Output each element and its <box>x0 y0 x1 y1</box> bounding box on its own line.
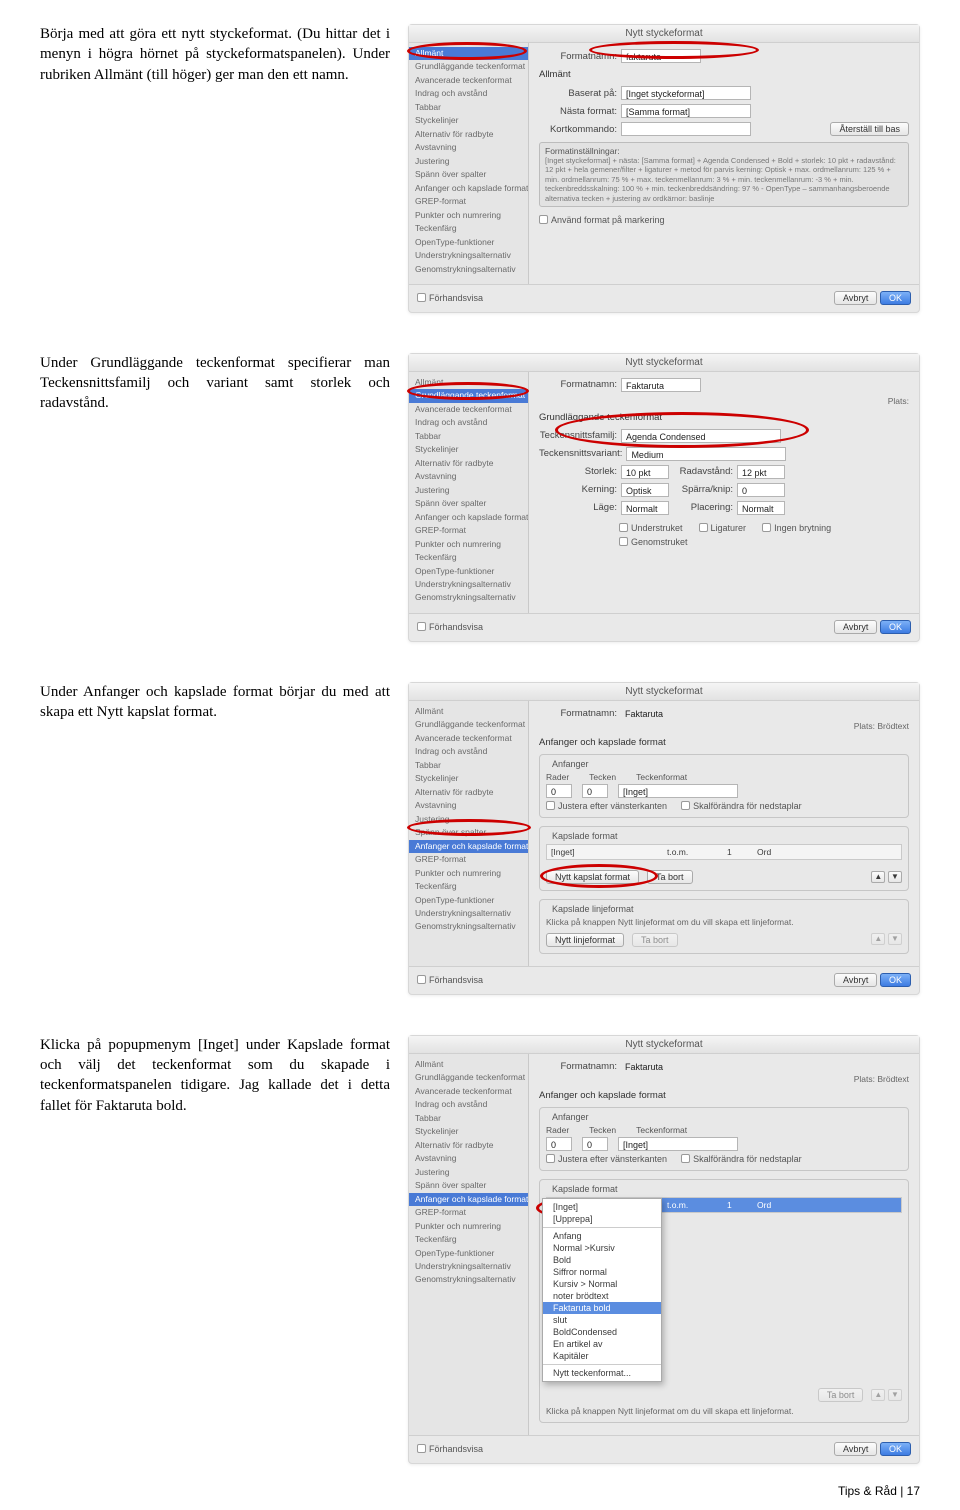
settings-head: Formatinställningar: <box>545 146 903 156</box>
formatname-label: Formatnamn: <box>539 51 617 62</box>
popup-item[interactable]: Siffror normal <box>543 1266 661 1278</box>
dialog-4: Nytt styckeformat Allmänt Grundläggande … <box>408 1035 920 1464</box>
paragraph-3: Under Anfanger och kapslade format börja… <box>40 682 390 723</box>
popup-item[interactable]: Anfang <box>543 1230 661 1242</box>
popup-item[interactable]: Bold <box>543 1254 661 1266</box>
popup-item[interactable]: BoldCondensed <box>543 1326 661 1338</box>
popup-item-new[interactable]: Nytt teckenformat... <box>543 1367 661 1379</box>
paragraph-4: Klicka på popupmenym [Inget] under Kapsl… <box>40 1035 390 1116</box>
popup-item[interactable]: [Inget] <box>543 1201 661 1213</box>
page-footer: Tips & Råd | 17 <box>40 1484 920 1498</box>
popup-item[interactable]: [Upprepa] <box>543 1213 661 1225</box>
popup-item[interactable]: noter brödtext <box>543 1290 661 1302</box>
formatname-input[interactable]: faktaruta <box>621 49 701 63</box>
popup-item[interactable]: Kapitäler <box>543 1350 661 1362</box>
popup-item[interactable]: slut <box>543 1314 661 1326</box>
apply-checkbox-label: Använd format på markering <box>551 215 665 225</box>
up-button[interactable]: ▲ <box>871 871 885 883</box>
nasta-select[interactable]: [Samma format] <box>621 104 751 118</box>
sidebar-item-anfanger[interactable]: Anfanger och kapslade format <box>409 840 528 853</box>
paragraph-2: Under Grundläggande teckenformat specifi… <box>40 353 390 414</box>
baserat-select[interactable]: [Inget styckeformat] <box>621 86 751 100</box>
ok-button[interactable]: OK <box>880 291 911 305</box>
popup-item[interactable]: Normal >Kursiv <box>543 1242 661 1254</box>
sidebar-item-grundlaggande[interactable]: Grundläggande teckenformat <box>409 389 528 402</box>
nested-style-row[interactable]: [Inget] t.o.m. 1 Ord <box>546 844 902 860</box>
char-format-popup[interactable]: [Inget] [Upprepa] Anfang Normal >Kursiv … <box>542 1198 662 1382</box>
settings-body: [Inget styckeformat] + nästa: [Samma for… <box>545 156 903 203</box>
down-button[interactable]: ▼ <box>888 871 902 883</box>
cancel-button[interactable]: Avbryt <box>834 291 877 305</box>
popup-item[interactable]: Kursiv > Normal <box>543 1278 661 1290</box>
new-nested-button[interactable]: Nytt kapslat format <box>546 870 639 884</box>
preview-checkbox-label: Förhandsvisa <box>429 293 483 303</box>
kort-input[interactable] <box>621 122 751 136</box>
font-family-select[interactable]: Agenda Condensed <box>621 429 781 443</box>
sidebar-item-allmant[interactable]: Allmänt <box>409 47 528 60</box>
reset-button[interactable]: Återställ till bas <box>830 122 909 136</box>
section-allmant: Allmänt <box>539 69 909 80</box>
delete-button[interactable]: Ta bort <box>647 870 693 884</box>
new-line-button[interactable]: Nytt linjeformat <box>546 933 624 947</box>
font-variant-select[interactable]: Medium <box>626 447 786 461</box>
sidebar[interactable]: Allmänt Grundläggande teckenformat Avanc… <box>409 43 529 284</box>
dialog-title: Nytt styckeformat <box>409 25 919 43</box>
dialog-2: Nytt styckeformat Allmänt Grundläggande … <box>408 353 920 642</box>
popup-item-selected[interactable]: Faktaruta bold <box>543 1302 661 1314</box>
paragraph-1: Börja med att göra ett nytt styckeformat… <box>40 24 390 85</box>
popup-item[interactable]: En artikel av <box>543 1338 661 1350</box>
dialog-1: Nytt styckeformat Allmänt Grundläggande … <box>408 24 920 313</box>
dialog-3: Nytt styckeformat Allmänt Grundläggande … <box>408 682 920 995</box>
